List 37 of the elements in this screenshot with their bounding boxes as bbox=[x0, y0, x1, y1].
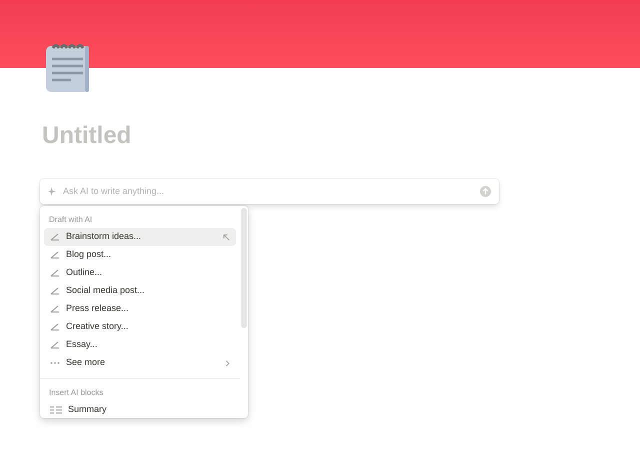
menu-item[interactable]: See more bbox=[44, 354, 236, 372]
sparkle-icon bbox=[48, 187, 57, 196]
menu-item[interactable]: Press release... bbox=[44, 300, 236, 318]
page-title: Untitled bbox=[42, 121, 132, 151]
menu-item-label: Outline... bbox=[66, 266, 104, 280]
menu-item[interactable]: Outline... bbox=[44, 264, 236, 282]
submit-icon[interactable] bbox=[480, 186, 491, 197]
dots-icon bbox=[50, 361, 60, 365]
menu-item[interactable]: Summary bbox=[44, 401, 236, 418]
menu-item-label: Creative story... bbox=[66, 320, 130, 334]
pen-icon bbox=[50, 305, 60, 313]
menu-item[interactable]: Social media post... bbox=[44, 282, 236, 300]
pen-icon bbox=[50, 341, 60, 349]
pen-icon bbox=[50, 233, 60, 241]
menu-item-label: Brainstorm ideas... bbox=[66, 230, 142, 244]
chevron-right-icon bbox=[225, 360, 230, 366]
menu-item[interactable]: Blog post... bbox=[44, 246, 236, 264]
menu-item[interactable]: Creative story... bbox=[44, 318, 236, 336]
section-heading: Insert AI blocks bbox=[48, 387, 104, 399]
menu-item[interactable]: Brainstorm ideas... bbox=[44, 228, 236, 246]
menu-item-label: Summary bbox=[68, 403, 108, 416]
scrollbar-thumb[interactable] bbox=[241, 208, 247, 328]
pen-icon bbox=[50, 251, 60, 259]
menu-item-label: Press release... bbox=[66, 302, 130, 316]
menu-item-label: Social media post... bbox=[66, 284, 146, 298]
pen-icon bbox=[50, 269, 60, 277]
list-icon bbox=[50, 406, 62, 414]
menu-item-label: Blog post... bbox=[66, 248, 112, 262]
pen-icon bbox=[50, 287, 60, 295]
menu-item-label: Essay... bbox=[66, 338, 98, 352]
notepad-icon bbox=[45, 41, 91, 93]
return-arrow-icon bbox=[223, 234, 230, 240]
menu-item[interactable]: Essay... bbox=[44, 336, 236, 354]
ai-input-field[interactable]: Ask AI to write anything... bbox=[63, 184, 474, 198]
pen-icon bbox=[50, 323, 60, 331]
menu-item-label: See more bbox=[66, 356, 106, 370]
section-heading: Draft with AI bbox=[48, 214, 94, 226]
